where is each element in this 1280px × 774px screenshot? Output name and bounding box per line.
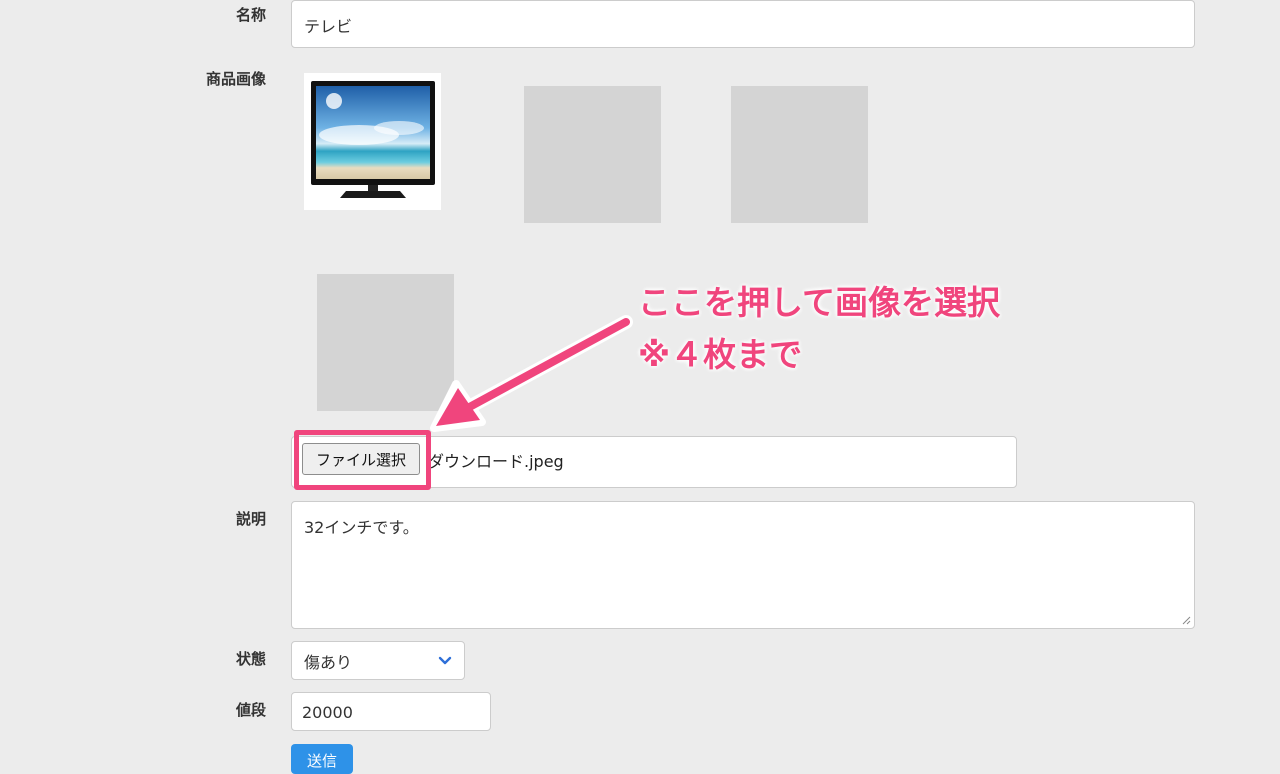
name-label: 名称 bbox=[235, 6, 266, 24]
name-input[interactable]: テレビ bbox=[291, 0, 1195, 48]
state-label: 状態 bbox=[235, 650, 266, 668]
product-image-1 bbox=[304, 73, 441, 210]
description-label: 説明 bbox=[235, 510, 266, 528]
annotation-text-1: ここを押して画像を選択 bbox=[638, 283, 1001, 322]
annotation-highlight-box bbox=[294, 430, 431, 490]
state-select[interactable]: 傷あり bbox=[291, 641, 465, 680]
resize-handle-icon[interactable] bbox=[1182, 616, 1191, 625]
description-textarea[interactable]: 32インチです。 bbox=[291, 501, 1195, 629]
state-selected-value: 傷あり bbox=[304, 652, 353, 672]
price-input[interactable]: 20000 bbox=[291, 692, 491, 731]
image-placeholder-3 bbox=[731, 86, 868, 223]
price-label: 値段 bbox=[235, 701, 266, 719]
images-label: 商品画像 bbox=[205, 70, 266, 88]
annotation-arrow bbox=[430, 315, 633, 432]
submit-button[interactable]: 送信 bbox=[291, 744, 353, 774]
file-name-text: ダウンロード.jpeg bbox=[428, 452, 564, 471]
chevron-down-icon bbox=[438, 656, 452, 664]
annotation-text-2: ※４枚まで bbox=[638, 335, 803, 374]
tv-image bbox=[311, 81, 435, 198]
image-placeholder-2 bbox=[524, 86, 661, 223]
description-text: 32インチです。 bbox=[304, 518, 419, 537]
